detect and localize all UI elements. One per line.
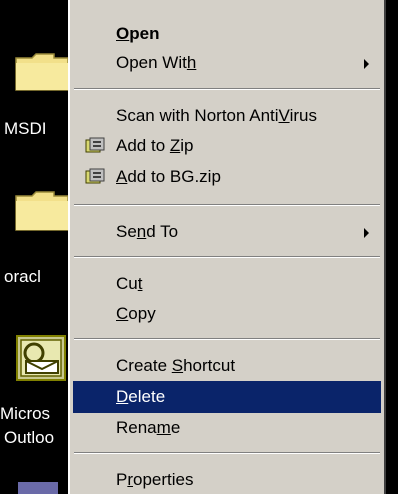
menu-item-properties[interactable]: Properties <box>73 464 381 494</box>
desktop-icon-oracl[interactable]: oracl <box>0 170 70 290</box>
folder-icon <box>15 53 69 91</box>
menu-item-send-to[interactable]: Send To <box>73 216 381 248</box>
label-part: irus <box>289 106 317 125</box>
menu-item-open-with[interactable]: Open With <box>73 47 381 79</box>
menu-item-label: Send To <box>116 216 178 248</box>
outlook-icon <box>16 335 66 381</box>
folder-icon <box>15 191 69 231</box>
menu-item-create-shortcut[interactable]: Create Shortcut <box>73 350 381 382</box>
label-accelerator: V <box>278 106 290 125</box>
winzip-icon <box>85 137 105 153</box>
label-part: P <box>116 470 128 489</box>
menu-separator <box>74 452 380 454</box>
desktop-icon-label: oracl <box>4 267 41 286</box>
label-part: d To <box>146 222 179 241</box>
label-accelerator: n <box>136 222 147 241</box>
menu-item-cut[interactable]: Cut <box>73 268 381 300</box>
label-part: elete <box>128 387 166 406</box>
desktop-icon-label: Outloo <box>4 428 55 447</box>
desktop-icon-msdi[interactable]: MSDI <box>0 0 70 140</box>
menu-item-add-to-zip[interactable]: Add to Zip <box>73 130 381 162</box>
menu-item-label: Open <box>116 18 159 50</box>
menu-item-label: Add to BG.zip <box>116 161 221 193</box>
menu-item-add-to-bg-zip[interactable]: Add to BG.zip <box>73 161 381 193</box>
label-part: Create <box>116 356 172 375</box>
menu-item-label: Copy <box>116 298 156 330</box>
menu-item-copy[interactable]: Copy <box>73 298 381 330</box>
menu-item-label: Rename <box>116 412 180 444</box>
menu-separator <box>74 256 380 258</box>
label-accelerator: Z <box>169 136 181 155</box>
submenu-arrow-icon <box>364 59 369 69</box>
menu-item-label: Open With <box>116 47 196 79</box>
label-part: Open Wit <box>116 53 187 72</box>
label-part: e <box>170 418 181 437</box>
menu-item-label: Scan with Norton AntiVirus <box>116 100 317 132</box>
desktop: MSDI oracl Micros Outloo Open Open With <box>0 0 398 494</box>
menu-item-scan-norton[interactable]: Scan with Norton AntiVirus <box>73 100 381 132</box>
label-accelerator: A <box>116 167 128 186</box>
label-part: Add to <box>116 136 170 155</box>
menu-item-label: Properties <box>116 464 194 494</box>
menu-item-rename[interactable]: Rename <box>73 412 381 444</box>
menu-separator <box>74 88 380 90</box>
label-accelerator: S <box>171 356 184 375</box>
menu-item-label: Delete <box>116 381 165 413</box>
label-part: ip <box>180 136 194 155</box>
desktop-icon-label: Micros <box>0 404 51 423</box>
label-part: Scan with Norton Anti <box>116 106 279 125</box>
label-part: dd to BG.zip <box>127 167 221 186</box>
label-accelerator: t <box>137 274 143 293</box>
winzip-icon <box>85 168 105 184</box>
menu-separator <box>74 338 380 340</box>
menu-item-open[interactable]: Open <box>73 18 381 50</box>
context-menu: Open Open With Scan with Norton AntiViru… <box>68 0 386 494</box>
menu-item-delete[interactable]: Delete <box>73 381 381 413</box>
label-accelerator: m <box>156 418 171 437</box>
menu-item-label: Create Shortcut <box>116 350 235 382</box>
label-part: Cu <box>116 274 138 293</box>
label-accelerator: C <box>116 304 129 323</box>
label-part: Rena <box>116 418 157 437</box>
label-accelerator: h <box>186 53 197 72</box>
submenu-arrow-icon <box>364 228 369 238</box>
label-part: pen <box>129 24 160 43</box>
menu-item-label: Add to Zip <box>116 130 194 162</box>
desktop-icon-partial <box>18 482 58 494</box>
label-part: opy <box>128 304 156 323</box>
label-accelerator: O <box>116 24 130 43</box>
desktop-icon-label: MSDI <box>4 119 47 138</box>
label-part: operties <box>133 470 194 489</box>
desktop-icon-outlook[interactable]: Micros Outloo <box>0 330 70 490</box>
menu-separator <box>74 204 380 206</box>
menu-item-label: Cut <box>116 268 142 300</box>
label-accelerator: D <box>116 387 129 406</box>
label-part: Se <box>116 222 137 241</box>
label-part: hortcut <box>183 356 236 375</box>
